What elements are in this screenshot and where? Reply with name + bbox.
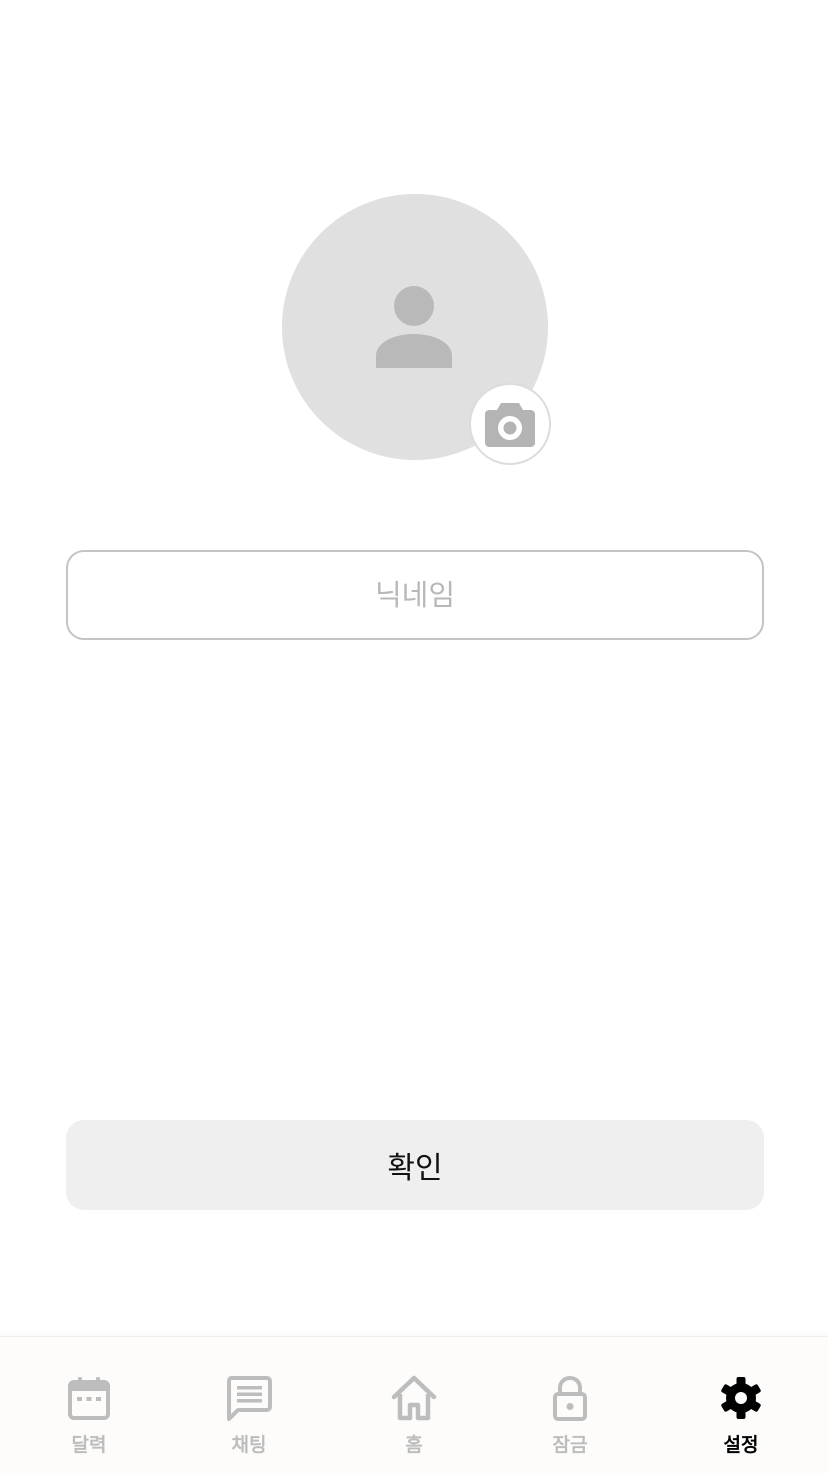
camera-icon	[485, 403, 535, 447]
calendar-icon	[66, 1375, 112, 1421]
lock-icon	[547, 1375, 593, 1421]
nav-item-settings[interactable]: 설정	[681, 1337, 801, 1473]
confirm-button-label: 확인	[387, 1151, 443, 1186]
change-photo-button[interactable]	[469, 383, 551, 465]
nav-item-chat[interactable]: 채팅	[189, 1337, 309, 1473]
nav-label-home: 홈	[405, 1434, 423, 1456]
nav-label-chat: 채팅	[231, 1434, 267, 1456]
nickname-input[interactable]	[68, 552, 762, 638]
nav-label-settings: 설정	[723, 1434, 759, 1456]
home-icon	[391, 1375, 437, 1421]
nav-label-lock: 잠금	[552, 1434, 588, 1456]
person-icon	[376, 286, 452, 368]
nav-label-calendar: 달력	[71, 1434, 107, 1456]
nav-item-calendar[interactable]: 달력	[29, 1337, 149, 1473]
nav-item-lock[interactable]: 잠금	[510, 1337, 630, 1473]
confirm-button[interactable]: 확인	[66, 1120, 764, 1210]
gear-icon	[718, 1375, 764, 1421]
nickname-field	[66, 550, 764, 640]
nav-item-home[interactable]: 홈	[354, 1337, 474, 1473]
bottom-navigation: 달력 채팅 홈 잠금 설정	[0, 1336, 828, 1473]
chat-icon	[226, 1375, 272, 1421]
